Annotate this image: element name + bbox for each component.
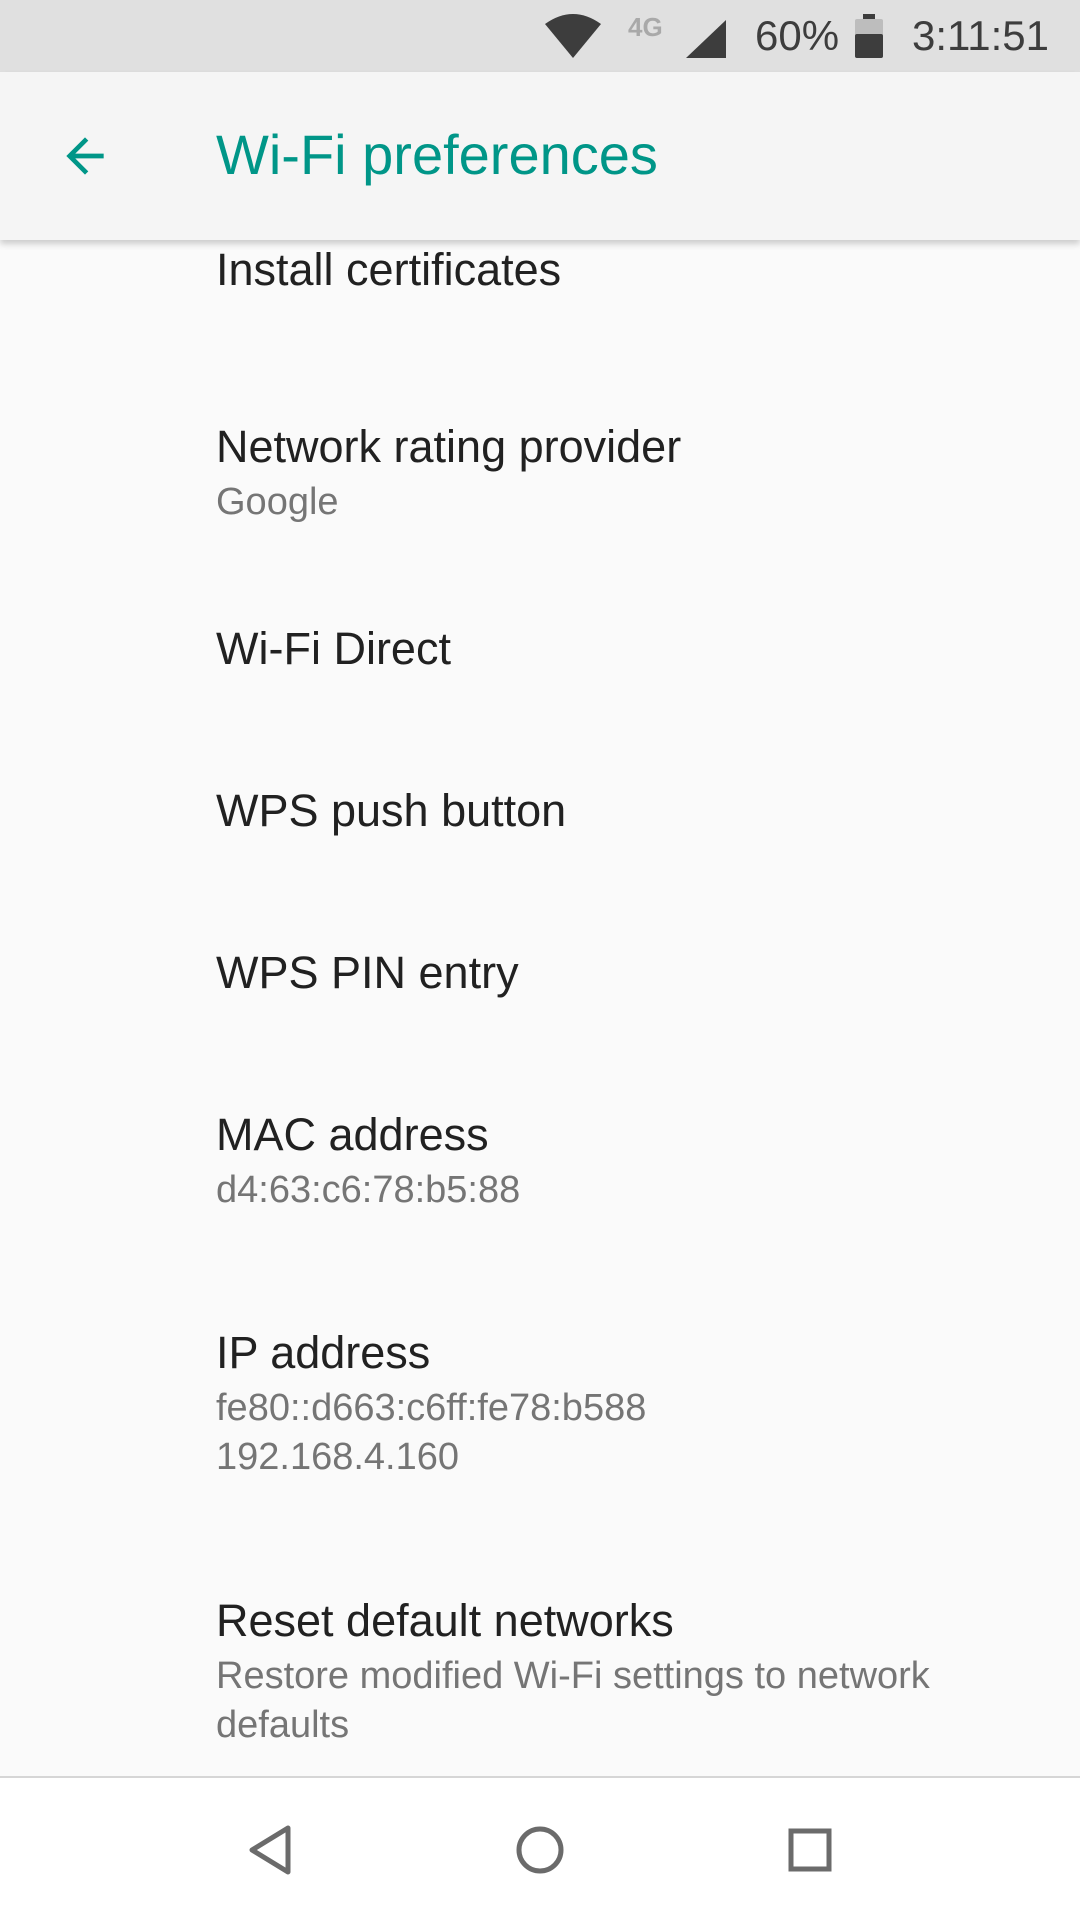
cell-signal-icon (686, 20, 726, 58)
pref-wifi-direct[interactable]: Wi-Fi Direct (0, 570, 1080, 732)
pref-summary-ipv6: fe80::d663:c6ff:fe78:b588 (216, 1387, 647, 1429)
pref-wps-pin-entry[interactable]: WPS PIN entry (0, 894, 1080, 1056)
pref-reset-default-networks[interactable]: Reset default networks Restore modified … (0, 1542, 1080, 1775)
battery-icon (855, 14, 883, 58)
pref-summary-ipv4: 192.168.4.160 (216, 1436, 460, 1478)
nav-back-button[interactable] (225, 1805, 315, 1895)
screen: 4G 60% 3:11:51 Wi-Fi preferences Install… (0, 0, 1080, 1920)
pref-title: IP address (216, 1327, 431, 1378)
pref-network-rating-provider[interactable]: Network rating provider Google (0, 370, 1080, 570)
nav-home-button[interactable] (495, 1805, 585, 1895)
pref-title: Install certificates (216, 244, 562, 295)
wifi-icon (545, 14, 601, 58)
pref-ip-address[interactable]: IP address fe80::d663:c6ff:fe78:b588 192… (0, 1274, 1080, 1542)
battery-percent: 60% (755, 12, 840, 59)
page-title: Wi-Fi preferences (216, 123, 658, 186)
back-button[interactable] (40, 116, 130, 196)
pref-mac-address[interactable]: MAC address d4:63:c6:78:b5:88 (0, 1056, 1080, 1274)
arrow-back-icon (66, 137, 104, 175)
pref-summary: d4:63:c6:78:b5:88 (216, 1169, 521, 1211)
back-triangle-icon (249, 1825, 291, 1875)
pref-summary: Restore modified Wi-Fi settings to netwo… (216, 1655, 930, 1746)
home-circle-icon (516, 1826, 564, 1874)
pref-wps-push-button[interactable]: WPS push button (0, 732, 1080, 894)
pref-title: Network rating provider (216, 421, 682, 472)
pref-title: WPS PIN entry (216, 947, 519, 998)
clock: 3:11:51 (912, 12, 1050, 59)
recents-square-icon (788, 1828, 832, 1872)
pref-title: WPS push button (216, 785, 567, 836)
pref-title: Reset default networks (216, 1595, 674, 1646)
status-bar: 4G 60% 3:11:51 (0, 0, 1080, 72)
pref-title: MAC address (216, 1109, 489, 1160)
pref-summary: Google (216, 481, 339, 523)
toolbar: Wi-Fi preferences (0, 72, 1080, 240)
navigation-bar (0, 1776, 1080, 1920)
pref-install-certificates[interactable]: Install certificates (0, 240, 1080, 370)
network-type-label: 4G (628, 12, 663, 42)
pref-title: Wi-Fi Direct (216, 623, 451, 674)
preferences-list[interactable]: Install certificates Network rating prov… (0, 240, 1080, 1775)
nav-recents-button[interactable] (765, 1805, 855, 1895)
